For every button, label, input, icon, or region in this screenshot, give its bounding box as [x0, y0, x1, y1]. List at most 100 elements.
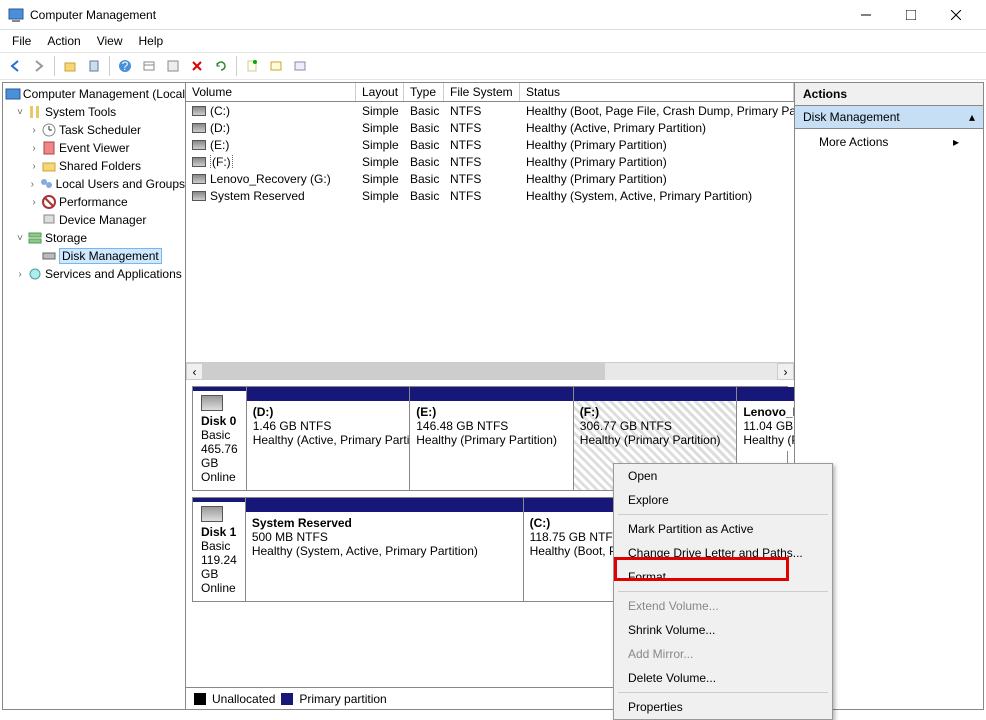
up-button[interactable] [59, 55, 81, 77]
volume-icon [192, 106, 206, 116]
ctx-properties[interactable]: Properties [614, 695, 832, 719]
volume-row[interactable]: Lenovo_Recovery (G:)SimpleBasicNTFSHealt… [186, 170, 794, 187]
ctx-format[interactable]: Format... [614, 565, 832, 589]
titlebar: Computer Management [0, 0, 986, 30]
tree-root[interactable]: Computer Management (Local [3, 85, 185, 103]
delete-icon[interactable] [186, 55, 208, 77]
tree-diskmgmt[interactable]: Disk Management [3, 247, 185, 265]
volume-row[interactable]: (D:)SimpleBasicNTFSHealthy (Active, Prim… [186, 119, 794, 136]
ctx-delete[interactable]: Delete Volume... [614, 666, 832, 690]
tree-label: Task Scheduler [59, 123, 141, 137]
volume-icon [192, 123, 206, 133]
tree-systools[interactable]: ˅System Tools [3, 103, 185, 121]
ctx-mark-active[interactable]: Mark Partition as Active [614, 517, 832, 541]
col-volume[interactable]: Volume [186, 83, 356, 101]
detail-icon[interactable] [289, 55, 311, 77]
volume-row[interactable]: (C:)SimpleBasicNTFSHealthy (Boot, Page F… [186, 102, 794, 119]
hscrollbar[interactable]: ‹ › [186, 362, 794, 380]
close-button[interactable] [933, 0, 978, 29]
menu-action[interactable]: Action [39, 32, 88, 50]
tree-label: Local Users and Groups [56, 177, 185, 191]
menu-view[interactable]: View [89, 32, 131, 50]
volume-row[interactable]: (E:)SimpleBasicNTFSHealthy (Primary Part… [186, 136, 794, 153]
volume-list: (C:)SimpleBasicNTFSHealthy (Boot, Page F… [186, 102, 794, 362]
actions-header: Actions [795, 83, 983, 106]
col-type[interactable]: Type [404, 83, 444, 101]
scroll-left-icon[interactable]: ‹ [186, 363, 203, 380]
menubar: File Action View Help [0, 30, 986, 52]
tree-perf[interactable]: ›Performance [3, 193, 185, 211]
maximize-button[interactable] [888, 0, 933, 29]
app-icon [8, 7, 24, 23]
scroll-right-icon[interactable]: › [777, 363, 794, 380]
actions-more[interactable]: More Actions ▸ [795, 129, 983, 155]
ctx-open[interactable]: Open [614, 464, 832, 488]
main-area: Computer Management (Local ˅System Tools… [2, 82, 984, 710]
tree-users[interactable]: ›Local Users and Groups [3, 175, 185, 193]
ctx-explore[interactable]: Explore [614, 488, 832, 512]
volume-icon [192, 191, 206, 201]
col-status[interactable]: Status [520, 83, 794, 101]
menu-help[interactable]: Help [131, 32, 172, 50]
properties-button[interactable] [83, 55, 105, 77]
actions-section-label: Disk Management [803, 110, 900, 124]
ctx-mirror[interactable]: Add Mirror... [614, 642, 832, 666]
scroll-track[interactable] [203, 363, 777, 380]
legend-unalloc-swatch [194, 693, 206, 705]
partition[interactable]: (D:)1.46 GB NTFSHealthy (Active, Primary… [247, 387, 410, 490]
new-icon[interactable] [241, 55, 263, 77]
volume-icon [192, 157, 206, 167]
tree-storage[interactable]: ˅Storage [3, 229, 185, 247]
tree-label: Device Manager [59, 213, 146, 227]
tree-label: System Tools [45, 105, 116, 119]
ctx-sep [618, 514, 828, 515]
toolbar: ? [0, 52, 986, 80]
back-button[interactable] [4, 55, 26, 77]
volume-icon [192, 174, 206, 184]
legend-primary-label: Primary partition [299, 692, 386, 706]
volume-row[interactable]: (F:)SimpleBasicNTFSHealthy (Primary Part… [186, 153, 794, 170]
context-menu: Open Explore Mark Partition as Active Ch… [613, 463, 833, 720]
ctx-sep [618, 591, 828, 592]
scroll-thumb[interactable] [203, 363, 605, 380]
col-fs[interactable]: File System [444, 83, 520, 101]
tree-pane: Computer Management (Local ˅System Tools… [3, 83, 186, 709]
tree-shared[interactable]: ›Shared Folders [3, 157, 185, 175]
col-layout[interactable]: Layout [356, 83, 404, 101]
disk-info[interactable]: Disk 0Basic465.76 GBOnline [193, 387, 247, 490]
refresh-icon[interactable] [210, 55, 232, 77]
volume-row[interactable]: System ReservedSimpleBasicNTFSHealthy (S… [186, 187, 794, 204]
ctx-extend[interactable]: Extend Volume... [614, 594, 832, 618]
tree-root-label: Computer Management (Local [23, 87, 185, 101]
tree-event[interactable]: ›Event Viewer [3, 139, 185, 157]
volume-icon [192, 140, 206, 150]
tree-label: Event Viewer [59, 141, 129, 155]
tree-label: Storage [45, 231, 87, 245]
legend-unalloc-label: Unallocated [212, 692, 275, 706]
forward-button[interactable] [28, 55, 50, 77]
actions-section[interactable]: Disk Management ▴ [795, 106, 983, 129]
ctx-shrink[interactable]: Shrink Volume... [614, 618, 832, 642]
tree-label: Services and Applications [45, 267, 182, 281]
tree-label: Shared Folders [59, 159, 141, 173]
svg-text:?: ? [122, 59, 129, 73]
ctx-sep [618, 692, 828, 693]
partition[interactable]: System Reserved500 MB NTFSHealthy (Syste… [246, 498, 523, 601]
partition[interactable]: (E:)146.48 GB NTFSHealthy (Primary Parti… [409, 387, 573, 490]
tree-task[interactable]: ›Task Scheduler [3, 121, 185, 139]
list-icon[interactable] [265, 55, 287, 77]
volume-list-header: Volume Layout Type File System Status [186, 83, 794, 102]
settings-button[interactable] [162, 55, 184, 77]
tree-label-selected: Disk Management [59, 248, 162, 264]
tree-services[interactable]: ›Services and Applications [3, 265, 185, 283]
collapse-icon: ▴ [969, 110, 975, 124]
ctx-change-letter[interactable]: Change Drive Letter and Paths... [614, 541, 832, 565]
help-button[interactable]: ? [114, 55, 136, 77]
minimize-button[interactable] [843, 0, 888, 29]
disk-info[interactable]: Disk 1Basic119.24 GBOnline [193, 498, 246, 601]
tree-devmgr[interactable]: Device Manager [3, 211, 185, 229]
tree-label: Performance [59, 195, 128, 209]
view-button[interactable] [138, 55, 160, 77]
actions-more-label: More Actions [819, 135, 888, 149]
menu-file[interactable]: File [4, 32, 39, 50]
